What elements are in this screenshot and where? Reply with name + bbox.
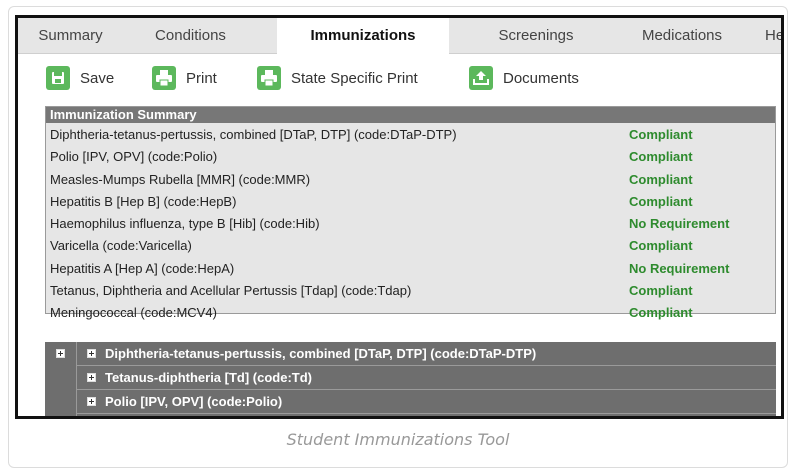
figure-caption: Student Immunizations Tool bbox=[286, 430, 510, 449]
tab-medications[interactable]: Medications bbox=[612, 18, 752, 54]
tab-immunizations[interactable]: Immunizations bbox=[277, 18, 449, 55]
tree-item-label: Polio [IPV, OPV] (code:Polio) bbox=[105, 394, 283, 409]
compliance-status: Compliant bbox=[629, 149, 693, 165]
tab-screenings[interactable]: Screenings bbox=[470, 18, 602, 54]
summary-row: Hepatitis A [Hep A] (code:HepA) No Requi… bbox=[46, 257, 775, 279]
summary-row: Haemophilus influenza, type B [Hib] (cod… bbox=[46, 212, 775, 234]
vaccine-name: Haemophilus influenza, type B [Hib] (cod… bbox=[50, 216, 320, 232]
immunization-tree: Diphtheria-tetanus-pertussis, combined [… bbox=[45, 342, 776, 416]
vaccine-name: Hepatitis B [Hep B] (code:HepB) bbox=[50, 193, 237, 209]
save-label: Save bbox=[80, 69, 115, 87]
state-print-icon bbox=[257, 66, 281, 90]
expand-plus-icon[interactable] bbox=[87, 349, 96, 358]
compliance-status: Compliant bbox=[629, 283, 693, 299]
summary-row: Tetanus, Diphtheria and Acellular Pertus… bbox=[46, 279, 775, 301]
vaccine-name: Hepatitis A [Hep A] (code:HepA) bbox=[50, 260, 235, 276]
immunization-summary-panel: Immunization Summary Diphtheria-tetanus-… bbox=[45, 106, 776, 320]
tab-conditions[interactable]: Conditions bbox=[133, 18, 248, 54]
tree-item-label: Diphtheria-tetanus-pertussis, combined [… bbox=[105, 346, 537, 361]
tree-item[interactable]: Polio [IPV, OPV] (code:Polio) bbox=[77, 390, 776, 414]
tree-item[interactable]: Tetanus-diphtheria [Td] (code:Td) bbox=[77, 366, 776, 390]
summary-row: Polio [IPV, OPV] (code:Polio) Compliant bbox=[46, 145, 775, 167]
save-button[interactable]: Save bbox=[46, 63, 114, 93]
state-specific-print-label: State Specific Print bbox=[291, 69, 418, 87]
compliance-status: Compliant bbox=[629, 171, 693, 187]
summary-row: Varicella (code:Varicella) Compliant bbox=[46, 234, 775, 256]
summary-row: Hepatitis B [Hep B] (code:HepB) Complian… bbox=[46, 190, 775, 212]
compliance-status: Compliant bbox=[629, 305, 693, 321]
compliance-status: Compliant bbox=[629, 238, 693, 254]
tree-expand-column bbox=[45, 342, 77, 416]
expand-plus-icon[interactable] bbox=[87, 397, 96, 406]
figure-frame: Summary Conditions Immunizations Screeni… bbox=[8, 6, 788, 468]
summary-row: Diphtheria-tetanus-pertussis, combined [… bbox=[46, 123, 775, 145]
print-label: Print bbox=[186, 69, 217, 87]
summary-row: Meningococcal (code:MCV4) Compliant bbox=[46, 301, 775, 323]
vaccine-name: Meningococcal (code:MCV4) bbox=[50, 305, 217, 321]
toolbar: Save Print State Specific Print Document… bbox=[18, 63, 781, 97]
tab-bar: Summary Conditions Immunizations Screeni… bbox=[18, 18, 781, 55]
vaccine-name: Polio [IPV, OPV] (code:Polio) bbox=[50, 149, 218, 165]
vaccine-name: Measles-Mumps Rubella [MMR] (code:MMR) bbox=[50, 171, 311, 187]
save-icon bbox=[46, 66, 70, 90]
vaccine-name: Varicella (code:Varicella) bbox=[50, 238, 192, 254]
tab-summary[interactable]: Summary bbox=[18, 18, 123, 54]
tab-health-truncated[interactable]: Hea bbox=[765, 18, 781, 54]
expand-plus-icon[interactable] bbox=[87, 373, 96, 382]
print-icon bbox=[152, 66, 176, 90]
vaccine-name: Diphtheria-tetanus-pertussis, combined [… bbox=[50, 127, 457, 142]
immunization-summary-heading: Immunization Summary bbox=[46, 107, 775, 123]
tree-item[interactable]: Diphtheria-tetanus-pertussis, combined [… bbox=[77, 342, 776, 366]
documents-label: Documents bbox=[503, 69, 579, 87]
vaccine-name: Tetanus, Diphtheria and Acellular Pertus… bbox=[50, 283, 412, 299]
documents-upload-icon bbox=[469, 66, 493, 90]
state-specific-print-button[interactable]: State Specific Print bbox=[257, 63, 418, 93]
compliance-status: No Requirement bbox=[629, 216, 730, 232]
documents-button[interactable]: Documents bbox=[469, 63, 579, 93]
compliance-status: No Requirement bbox=[629, 260, 730, 276]
compliance-status: Compliant bbox=[629, 127, 693, 142]
expand-all-icon[interactable] bbox=[56, 349, 65, 358]
tree-item-label: Tetanus-diphtheria [Td] (code:Td) bbox=[105, 370, 313, 385]
screenshot: Summary Conditions Immunizations Screeni… bbox=[15, 15, 784, 419]
summary-row: Measles-Mumps Rubella [MMR] (code:MMR) C… bbox=[46, 168, 775, 190]
compliance-status: Compliant bbox=[629, 193, 693, 209]
print-button[interactable]: Print bbox=[152, 63, 217, 93]
